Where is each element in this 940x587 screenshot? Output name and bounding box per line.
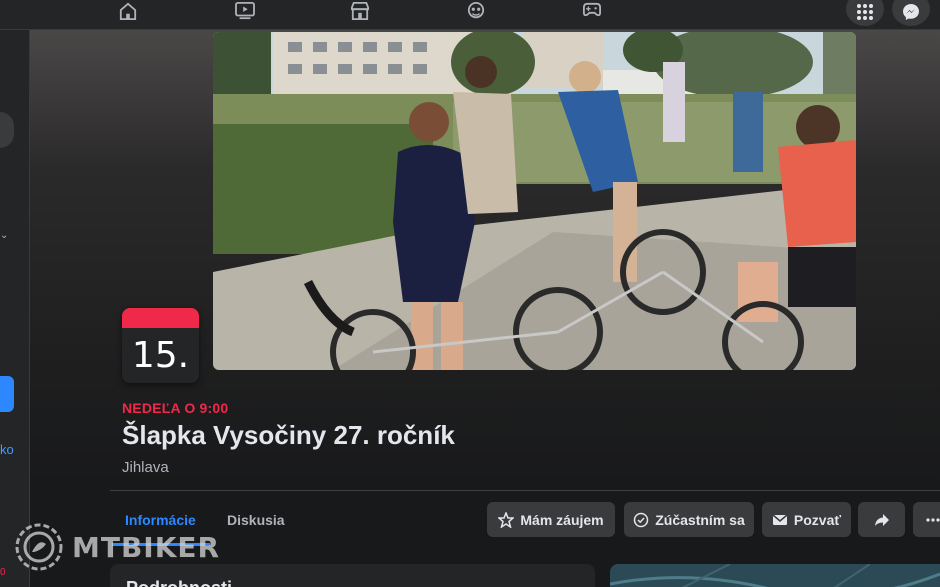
envelope-icon xyxy=(772,513,788,525)
sidebar-search-pill[interactable] xyxy=(0,112,14,148)
header-divider xyxy=(110,490,940,491)
check-circle-icon xyxy=(634,512,649,527)
watermark-text: MTBIKER xyxy=(72,530,221,564)
going-button[interactable]: Zúčastním sa xyxy=(624,502,754,537)
invite-button-label: Pozvať xyxy=(793,511,842,528)
event-day-number: 15. xyxy=(131,335,190,376)
sidebar-badge-partial: 0 xyxy=(0,567,6,578)
gaming-icon[interactable] xyxy=(578,0,606,22)
mtbiker-watermark: MTBIKER xyxy=(12,520,220,574)
marketplace-icon[interactable] xyxy=(346,0,374,22)
chevron-down-icon[interactable]: ⌄ xyxy=(0,230,8,241)
more-options-button[interactable] xyxy=(913,502,940,537)
menu-grid-icon[interactable] xyxy=(846,0,884,26)
home-icon[interactable] xyxy=(114,0,142,22)
left-sidebar: ⌄ ko 0 xyxy=(0,30,30,587)
share-arrow-icon xyxy=(874,513,889,526)
share-button[interactable] xyxy=(858,502,905,537)
more-dots-icon xyxy=(926,517,940,522)
details-card-title: Podrobnosti xyxy=(126,578,232,587)
event-date-badge: 15. xyxy=(122,308,199,383)
messenger-icon[interactable] xyxy=(892,0,930,26)
event-title: Šlapka Vysočiny 27. ročník xyxy=(122,420,455,450)
watch-icon[interactable] xyxy=(231,0,259,22)
invite-button[interactable]: Pozvať xyxy=(762,502,851,537)
date-badge-header xyxy=(122,308,199,328)
top-navigation-bar xyxy=(0,0,940,30)
event-cover-photo xyxy=(213,32,856,370)
mtbiker-logo-icon xyxy=(15,523,63,571)
sidebar-create-button[interactable] xyxy=(0,376,14,412)
interested-button[interactable]: Mám záujem xyxy=(487,502,615,537)
going-button-label: Zúčastním sa xyxy=(655,511,745,528)
interested-button-label: Mám záujem xyxy=(520,511,604,528)
event-location[interactable]: Jihlava xyxy=(122,459,169,476)
star-icon xyxy=(498,511,515,528)
sidebar-link-partial[interactable]: ko xyxy=(0,442,14,457)
event-datetime: NEDEĽA O 9:00 xyxy=(122,400,229,416)
tab-discussion[interactable]: Diskusia xyxy=(227,512,285,528)
groups-icon[interactable] xyxy=(462,0,490,22)
location-map-card[interactable] xyxy=(610,564,940,587)
